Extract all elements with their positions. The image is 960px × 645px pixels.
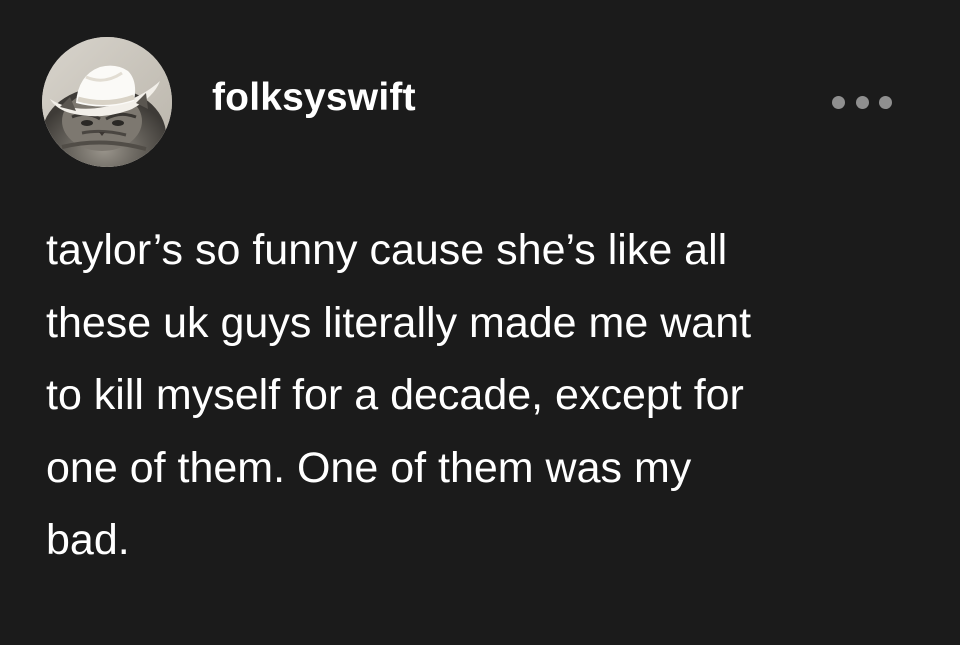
cat-in-cowboy-hat-avatar-icon [42, 37, 172, 167]
post-text-line: taylor’s so funny cause she’s like all [46, 226, 728, 274]
ellipsis-icon [855, 95, 869, 109]
ellipsis-icon [879, 95, 892, 109]
post-text-line: bad. [46, 516, 130, 564]
username[interactable]: folksyswift [212, 76, 416, 120]
avatar[interactable] [42, 37, 172, 167]
post-text-line: these uk guys literally made me want [46, 298, 752, 347]
ellipsis-icon [832, 95, 845, 109]
more-options-button[interactable] [832, 89, 892, 115]
post-text-line: one of them. One of them was my [46, 443, 692, 492]
post-text-line: to kill myself for a decade, except for [46, 371, 744, 419]
post-header: folksyswift [42, 37, 912, 167]
post-body: taylor’s so funny cause she’s like all t… [46, 214, 926, 577]
post-card: folksyswift taylor’s so funny cause she’… [0, 0, 960, 645]
